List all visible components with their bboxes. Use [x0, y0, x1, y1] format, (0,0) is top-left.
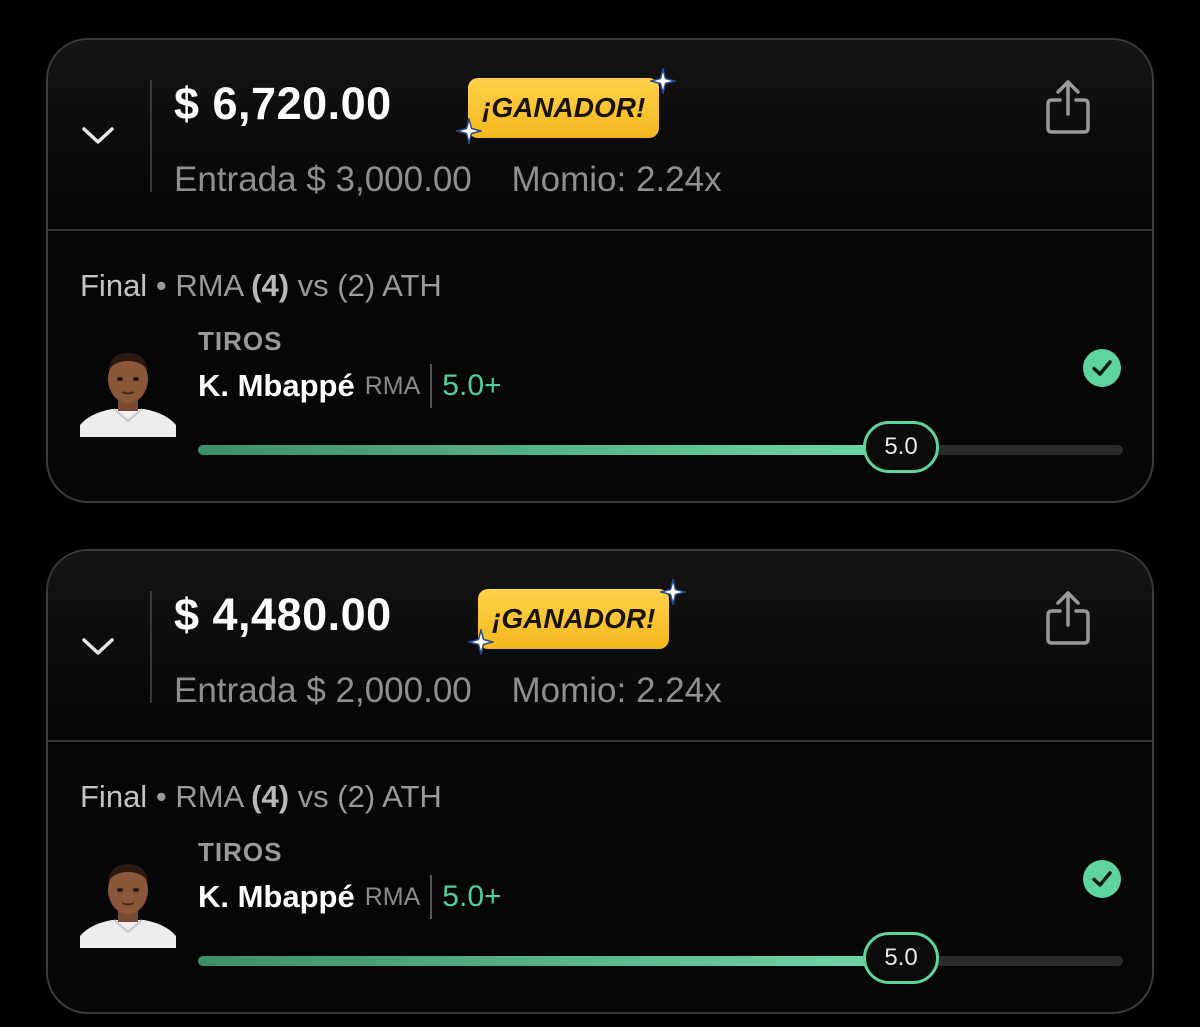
player-team: RMA [364, 371, 421, 400]
progress-value-badge: 5.0 [863, 421, 939, 473]
bet-card[interactable]: $ 4,480.00 ¡GANADOR! Entrada $ 2,000.00 … [46, 549, 1154, 1014]
progress-value-badge: 5.0 [863, 932, 939, 984]
chevron-down-icon[interactable] [78, 631, 118, 661]
entry-amount: $ 3,000.00 [306, 160, 472, 199]
progress-track: 5.0 [198, 421, 1123, 473]
pipe-separator [430, 875, 433, 919]
chevron-down-icon[interactable] [78, 120, 118, 150]
share-icon[interactable] [1044, 589, 1092, 647]
match-status: Final [80, 268, 148, 303]
odds-value: Momio: 2.24x [511, 160, 722, 199]
market-label: TIROS [198, 837, 283, 867]
vs-label: vs [297, 779, 329, 814]
market-label: TIROS [198, 326, 283, 356]
match-separator: • [155, 779, 167, 814]
match-info: Final • RMA (4) vs (2) ATH [80, 268, 442, 304]
check-circle-icon [1083, 860, 1121, 898]
sparkle-icon [660, 579, 686, 605]
player-name: K. Mbappé [198, 879, 355, 914]
entry-odds-line: Entrada $ 2,000.00 Momio: 2.24x [174, 671, 722, 711]
sparkle-icon [456, 118, 482, 144]
home-score: (4) [251, 268, 290, 303]
odds-value: Momio: 2.24x [511, 671, 722, 710]
progress-track: 5.0 [198, 932, 1123, 984]
home-team: RMA [175, 779, 243, 814]
home-score: (4) [251, 779, 290, 814]
match-separator: • [155, 268, 167, 303]
entry-label: Entrada [174, 160, 297, 199]
progress-fill [198, 445, 901, 455]
header-separator [150, 591, 152, 703]
header-separator [150, 80, 152, 192]
divider [48, 229, 1152, 231]
match-status: Final [80, 779, 148, 814]
entry-amount: $ 2,000.00 [306, 671, 472, 710]
player-avatar [80, 353, 176, 437]
vs-label: vs [297, 268, 329, 303]
away-team: ATH [382, 268, 442, 303]
winner-badge: ¡GANADOR! [478, 589, 670, 649]
bet-card[interactable]: $ 6,720.00 ¡GANADOR! Entrada $ 3,000.00 … [46, 38, 1154, 503]
home-team: RMA [175, 268, 243, 303]
player-name: K. Mbappé [198, 368, 355, 403]
player-line: K. Mbappé RMA 5.0+ [198, 364, 502, 408]
payout-amount: $ 6,720.00 [174, 78, 392, 129]
entry-odds-line: Entrada $ 3,000.00 Momio: 2.24x [174, 160, 722, 200]
progress-fill [198, 956, 901, 966]
share-icon[interactable] [1044, 78, 1092, 136]
sparkle-icon [650, 68, 676, 94]
away-score: (2) [337, 268, 376, 303]
player-line: K. Mbappé RMA 5.0+ [198, 875, 502, 919]
winner-badge: ¡GANADOR! [468, 78, 660, 138]
sparkle-icon [468, 629, 494, 655]
line-value: 5.0+ [442, 369, 502, 402]
entry-label: Entrada [174, 671, 297, 710]
check-circle-icon [1083, 349, 1121, 387]
player-avatar [80, 864, 176, 948]
away-score: (2) [337, 779, 376, 814]
line-value: 5.0+ [442, 880, 502, 913]
pipe-separator [430, 364, 433, 408]
away-team: ATH [382, 779, 442, 814]
payout-amount: $ 4,480.00 [174, 589, 392, 640]
match-info: Final • RMA (4) vs (2) ATH [80, 779, 442, 815]
divider [48, 740, 1152, 742]
player-team: RMA [364, 882, 421, 911]
